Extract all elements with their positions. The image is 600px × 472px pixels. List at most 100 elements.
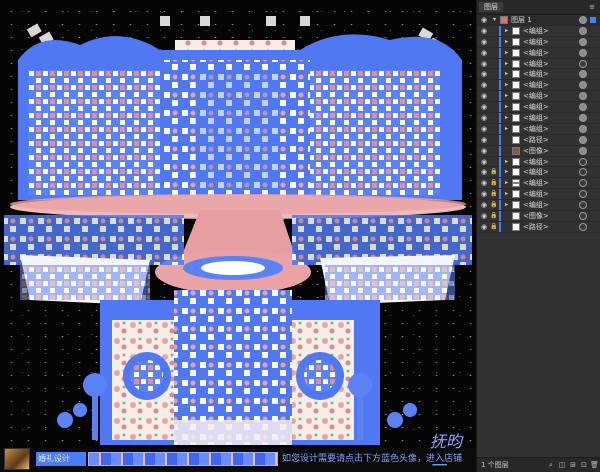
layer-name[interactable]: <路径> <box>523 135 549 145</box>
target-circle-icon[interactable] <box>579 135 587 144</box>
layer-row[interactable]: ◉ 🔒 ▸ <编组> <box>477 200 600 212</box>
chevron-right-icon[interactable]: ▸ <box>503 81 510 89</box>
arrow-slot[interactable] <box>503 147 510 155</box>
chevron-right-icon[interactable]: ▸ <box>503 103 510 111</box>
eye-icon[interactable]: ◉ <box>480 168 488 176</box>
layer-row[interactable]: ◉ <图像> <box>477 145 600 157</box>
target-circle-icon[interactable] <box>579 26 587 35</box>
layer-name[interactable]: <编组> <box>523 26 549 36</box>
lock-slot[interactable] <box>490 158 497 166</box>
eye-icon[interactable]: ◉ <box>480 70 488 78</box>
target-circle-icon[interactable] <box>579 70 587 79</box>
eye-icon[interactable]: ◉ <box>480 158 488 166</box>
arrow-slot[interactable] <box>503 223 510 231</box>
chevron-right-icon[interactable]: ▸ <box>503 60 510 68</box>
eye-icon[interactable]: ◉ <box>480 81 488 89</box>
new-layer-icon[interactable]: ⊡ <box>580 461 588 469</box>
lock-slot[interactable] <box>490 125 497 133</box>
panel-menu-icon[interactable]: ≡ <box>587 2 597 12</box>
eye-icon[interactable]: ◉ <box>480 125 488 133</box>
lock-slot[interactable] <box>490 60 497 68</box>
lock-slot[interactable] <box>490 70 497 78</box>
layer-row[interactable]: ◉ 🔒 ▸ <编组> <box>477 167 600 179</box>
lock-slot[interactable] <box>490 27 497 35</box>
arrow-slot[interactable] <box>503 212 510 220</box>
chevron-down-icon[interactable]: ▾ <box>491 16 498 24</box>
target-circle-icon[interactable] <box>579 157 587 166</box>
target-circle-icon[interactable] <box>579 37 587 46</box>
lock-slot[interactable] <box>490 49 497 57</box>
lock-slot[interactable] <box>490 114 497 122</box>
layer-row[interactable]: ◉ ▸ <编组> <box>477 156 600 168</box>
eye-icon[interactable]: ◉ <box>480 201 488 209</box>
layer-row[interactable]: ◉ 🔒 <路径> <box>477 221 600 233</box>
layer-name[interactable]: <编组> <box>523 200 549 210</box>
eye-icon[interactable]: ◉ <box>480 147 488 155</box>
chevron-right-icon[interactable]: ▸ <box>503 125 510 133</box>
layer-row[interactable]: ◉ ▸ <编组> <box>477 25 600 37</box>
layer-row[interactable]: ◉ <路径> <box>477 134 600 146</box>
layer-name[interactable]: <编组> <box>523 113 549 123</box>
chevron-right-icon[interactable]: ▸ <box>503 179 510 187</box>
eye-icon[interactable]: ◉ <box>480 114 488 122</box>
designer-avatar-image[interactable] <box>4 448 30 470</box>
eye-icon[interactable]: ◉ <box>480 212 488 220</box>
layer-row-top[interactable]: ◉ ▾ 图层 1 <box>477 15 600 26</box>
layer-row[interactable]: ◉ ▸ <编组> <box>477 102 600 114</box>
layer-row[interactable]: ◉ ▸ <编组> <box>477 113 600 124</box>
eye-icon[interactable]: ◉ <box>480 16 488 24</box>
lock-slot[interactable] <box>490 38 497 46</box>
lock-slot[interactable] <box>490 136 497 144</box>
new-sublayer-icon[interactable]: ⊞ <box>569 461 577 469</box>
layer-row[interactable]: ◉ ▸ <编组> <box>477 123 600 135</box>
target-circle-icon[interactable] <box>579 179 587 188</box>
chevron-right-icon[interactable]: ▸ <box>503 27 510 35</box>
layer-name[interactable]: <编组> <box>523 69 549 79</box>
lock-slot[interactable] <box>490 147 497 155</box>
layer-name[interactable]: 图层 1 <box>511 15 532 25</box>
layer-row[interactable]: ◉ 🔒 ▸ <编组> <box>477 189 600 201</box>
target-circle-icon[interactable] <box>579 48 587 57</box>
eye-icon[interactable]: ◉ <box>480 27 488 35</box>
layer-name[interactable]: <编组> <box>523 178 549 188</box>
trash-icon[interactable]: 🗑 <box>590 461 599 469</box>
eye-icon[interactable]: ◉ <box>480 179 488 187</box>
layer-row[interactable]: ◉ ▸ <编组> <box>477 80 600 92</box>
eye-icon[interactable]: ◉ <box>480 136 488 144</box>
layer-name[interactable]: <编组> <box>523 167 549 177</box>
clip-mask-icon[interactable]: ◫ <box>558 461 566 469</box>
layer-row[interactable]: ◉ ▸ <编组> <box>477 69 600 81</box>
layer-name[interactable]: <图像> <box>523 211 549 221</box>
target-circle-icon[interactable] <box>579 212 587 221</box>
layer-name[interactable]: <编组> <box>523 124 549 134</box>
layer-name[interactable]: <图像> <box>523 146 549 156</box>
target-circle-icon[interactable] <box>579 59 587 68</box>
search-icon[interactable]: ⌕ <box>547 461 555 469</box>
eye-icon[interactable]: ◉ <box>480 60 488 68</box>
layer-name[interactable]: <编组> <box>523 91 549 101</box>
eye-icon[interactable]: ◉ <box>480 190 488 198</box>
lock-icon[interactable]: 🔒 <box>490 190 497 198</box>
arrow-slot[interactable] <box>503 136 510 144</box>
target-circle-icon[interactable] <box>579 81 587 90</box>
lock-slot[interactable] <box>490 81 497 89</box>
target-circle-icon[interactable] <box>579 222 587 231</box>
chevron-right-icon[interactable]: ▸ <box>503 201 510 209</box>
chevron-right-icon[interactable]: ▸ <box>503 38 510 46</box>
selection-indicator[interactable] <box>590 17 596 23</box>
layer-row[interactable]: ◉ 🔒 ▸ <编组> <box>477 178 600 190</box>
target-circle-icon[interactable] <box>579 103 587 112</box>
layer-name[interactable]: <编组> <box>523 48 549 58</box>
target-circle-icon[interactable] <box>579 114 587 123</box>
artboard-canvas[interactable]: 婚礼设计 如您设计需要请点击下方蓝色头像，进入店铺 抚昀一 <box>0 0 476 472</box>
lock-icon[interactable]: 🔒 <box>490 212 497 220</box>
target-circle-icon[interactable] <box>579 201 587 210</box>
eye-icon[interactable]: ◉ <box>480 49 488 57</box>
target-circle-icon[interactable] <box>579 92 587 101</box>
layer-name[interactable]: <编组> <box>523 189 549 199</box>
chevron-right-icon[interactable]: ▸ <box>503 92 510 100</box>
chevron-right-icon[interactable]: ▸ <box>503 49 510 57</box>
tab-layers[interactable]: 图层 <box>479 2 503 12</box>
target-circle-icon[interactable] <box>579 124 587 133</box>
eye-icon[interactable]: ◉ <box>480 223 488 231</box>
